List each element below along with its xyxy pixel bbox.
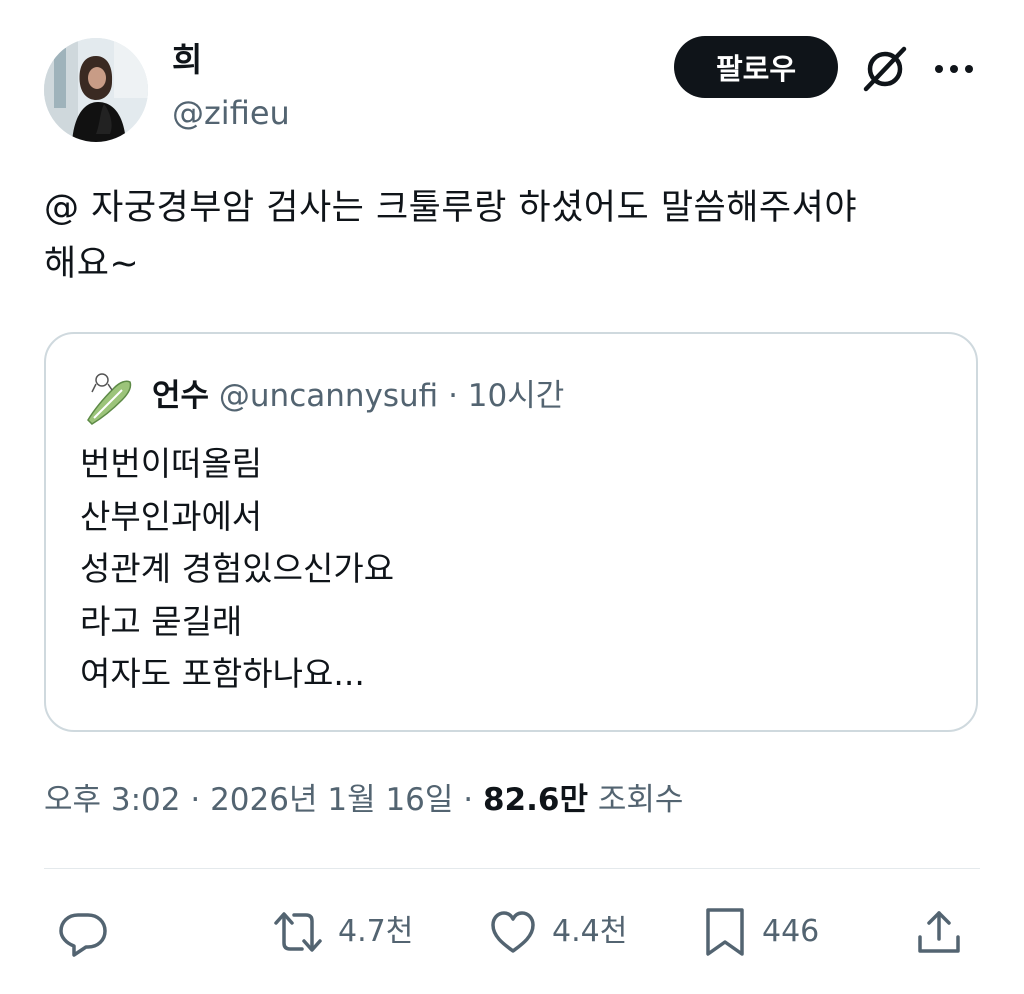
quote-timestamp[interactable]: 10시간 bbox=[468, 378, 565, 414]
tweet-text-line: @ 자궁경부암 검사는 크툴루랑 하셨어도 말씀해주셔야 bbox=[44, 188, 858, 228]
heart-icon bbox=[486, 905, 540, 959]
share-icon bbox=[912, 905, 966, 959]
reply-icon bbox=[56, 905, 110, 959]
quote-text-line: 여자도 포함하나요... bbox=[80, 654, 365, 693]
quote-text: 번번이떠올림 산부인과에서 성관계 경험있으신가요 라고 묻길래 여자도 포함하… bbox=[80, 438, 394, 701]
author-handle[interactable]: @zifieu bbox=[172, 93, 290, 133]
author-avatar[interactable] bbox=[44, 38, 148, 142]
share-button[interactable] bbox=[912, 904, 966, 960]
tweet: 희 @zifieu 팔로우 @ 자궁경부암 검사는 크툴루랑 하셨어도 말씀해주… bbox=[0, 0, 1024, 994]
quote-text-line: 성관계 경험있으신가요 bbox=[80, 549, 395, 588]
tweet-date[interactable]: 2026년 1월 16일 bbox=[210, 782, 453, 818]
quoted-tweet-card[interactable]: 언수 @uncannysufi · 10시간 번번이떠올림 산부인과에서 성관계… bbox=[44, 332, 978, 732]
quote-author-handle[interactable]: @uncannysufi bbox=[219, 378, 438, 414]
tweet-text: @ 자궁경부암 검사는 크툴루랑 하셨어도 말씀해주셔야 해요~ bbox=[44, 180, 994, 292]
quote-text-line: 라고 묻길래 bbox=[80, 601, 243, 641]
reply-button[interactable] bbox=[56, 904, 110, 960]
views-label: 조회수 bbox=[597, 782, 684, 818]
like-count: 4.4천 bbox=[552, 914, 628, 949]
divider bbox=[44, 868, 980, 869]
bookmark-button[interactable]: 446 bbox=[700, 904, 819, 960]
grok-icon[interactable] bbox=[858, 42, 912, 96]
retweet-button[interactable]: 4.7천 bbox=[270, 904, 413, 960]
bookmark-count: 446 bbox=[762, 914, 820, 949]
retweet-count: 4.7천 bbox=[338, 914, 414, 949]
follow-button[interactable]: 팔로우 bbox=[674, 36, 838, 98]
quote-text-line: 번번이떠올림 bbox=[80, 444, 263, 483]
quote-text-line: 산부인과에서 bbox=[80, 496, 263, 536]
like-button[interactable]: 4.4천 bbox=[486, 904, 627, 960]
tweet-text-line: 해요~ bbox=[44, 244, 140, 284]
quote-author-name[interactable]: 언수 bbox=[152, 378, 209, 414]
tweet-meta: 오후 3:02 · 2026년 1월 16일 · 82.6만 조회수 bbox=[44, 780, 683, 820]
author-display-name[interactable]: 희 bbox=[172, 40, 202, 80]
meta-separator: · bbox=[453, 782, 483, 818]
bookmark-icon bbox=[700, 904, 750, 960]
tweet-time[interactable]: 오후 3:02 bbox=[44, 782, 181, 818]
quote-header: 언수 @uncannysufi · 10시간 bbox=[152, 376, 564, 416]
retweet-icon bbox=[270, 905, 326, 959]
quote-author-avatar[interactable] bbox=[80, 370, 136, 426]
meta-separator: · bbox=[180, 782, 211, 818]
more-horizontal-icon[interactable] bbox=[932, 52, 976, 86]
quote-separator: · bbox=[438, 378, 468, 414]
views-count: 82.6만 bbox=[482, 782, 588, 818]
